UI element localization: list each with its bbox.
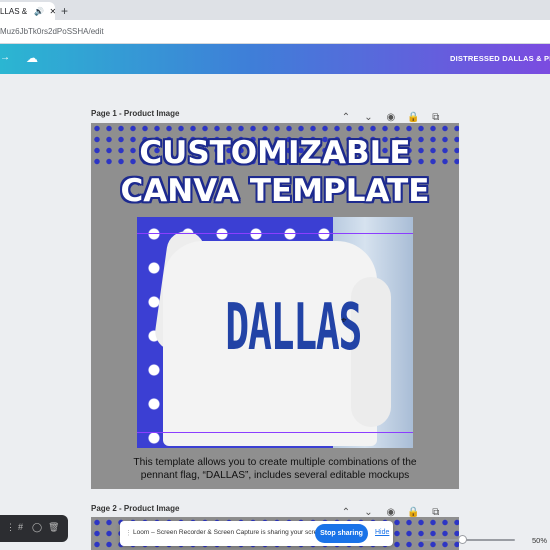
headline-line-2[interactable]: CANVA TEMPLATE bbox=[91, 173, 459, 209]
browser-tab[interactable]: LLAS & PEN 🔊 ✕ bbox=[0, 2, 55, 20]
page-2-title[interactable]: Page 2 - Product Image bbox=[91, 504, 179, 513]
page-2-header: Page 2 - Product Image ⌃ ⌄ ◉ 🔒 ⧉ 🗑 ↗ bbox=[91, 502, 459, 536]
duplicate-icon[interactable]: ⧉ bbox=[427, 112, 445, 123]
selection-guide-top bbox=[137, 233, 413, 234]
cloud-check-icon[interactable]: ☁ bbox=[26, 51, 38, 65]
lock-icon[interactable]: 🔒 bbox=[404, 112, 422, 123]
hide-button[interactable]: Hide bbox=[375, 529, 389, 536]
url-text[interactable]: Muz6JbTk0rs2dPoSSHA/edit bbox=[0, 27, 104, 36]
dallas-print: DALLAS bbox=[225, 291, 362, 365]
circle-icon[interactable]: ◯ bbox=[32, 522, 42, 533]
speaker-icon[interactable]: 🔊 bbox=[34, 7, 44, 16]
document-title[interactable]: DISTRESSED DALLAS & PENN bbox=[450, 54, 550, 63]
selection-guide-bottom bbox=[137, 432, 413, 433]
trash-icon[interactable]: 🗑 bbox=[48, 522, 59, 533]
eye-icon[interactable]: ◉ bbox=[382, 112, 400, 123]
new-tab-button[interactable]: + bbox=[61, 4, 68, 18]
close-icon[interactable]: ✕ bbox=[49, 7, 55, 16]
sweatshirt-mockup-image[interactable]: DALLAS bbox=[137, 217, 413, 448]
zoom-slider[interactable] bbox=[420, 539, 515, 541]
arrow-icon[interactable]: → bbox=[0, 52, 10, 63]
chevron-down-icon[interactable]: ⌄ bbox=[359, 112, 377, 123]
loom-sharing-bar: ⋮ Loom – Screen Recorder & Screen Captur… bbox=[120, 521, 393, 546]
zoom-slider-handle[interactable] bbox=[458, 535, 467, 544]
zoom-value[interactable]: 50% bbox=[532, 536, 547, 545]
tab-strip: LLAS & PEN 🔊 ✕ + bbox=[0, 0, 550, 20]
stop-sharing-button[interactable]: Stop sharing bbox=[315, 524, 368, 543]
page-1-title[interactable]: Page 1 - Product Image bbox=[91, 109, 179, 118]
grid-icon[interactable]: ⋮ bbox=[6, 522, 15, 533]
text-cursor-icon: ⌖ bbox=[341, 315, 347, 326]
address-bar[interactable]: Muz6JbTk0rs2dPoSSHA/edit bbox=[0, 20, 550, 44]
page-1-canvas[interactable]: CUSTOMIZABLE CANVA TEMPLATE DALLAS This … bbox=[91, 123, 459, 489]
canva-toolbar: → ☁ DISTRESSED DALLAS & PENN bbox=[0, 44, 550, 74]
page-1-header: Page 1 - Product Image ⌃ ⌄ ◉ 🔒 ⧉ 🗑 ↗ bbox=[91, 107, 459, 141]
caption-line-1: This template allows you to create multi… bbox=[133, 457, 417, 468]
recording-dock: ⋮ # ◯ 🗑 bbox=[0, 515, 68, 542]
headline-line-1[interactable]: CUSTOMIZABLE bbox=[91, 135, 459, 171]
caption-text[interactable]: This template allows you to create multi… bbox=[91, 457, 459, 482]
chevron-up-icon[interactable]: ⌃ bbox=[337, 112, 355, 123]
grip-icon[interactable]: ⋮ bbox=[125, 529, 132, 537]
tab-title: LLAS & PEN bbox=[0, 7, 30, 17]
loom-message: Loom – Screen Recorder & Screen Capture … bbox=[133, 529, 327, 536]
caption-line-2: pennant flag, “DALLAS”, includes several… bbox=[140, 469, 410, 481]
hash-icon[interactable]: # bbox=[18, 522, 23, 532]
